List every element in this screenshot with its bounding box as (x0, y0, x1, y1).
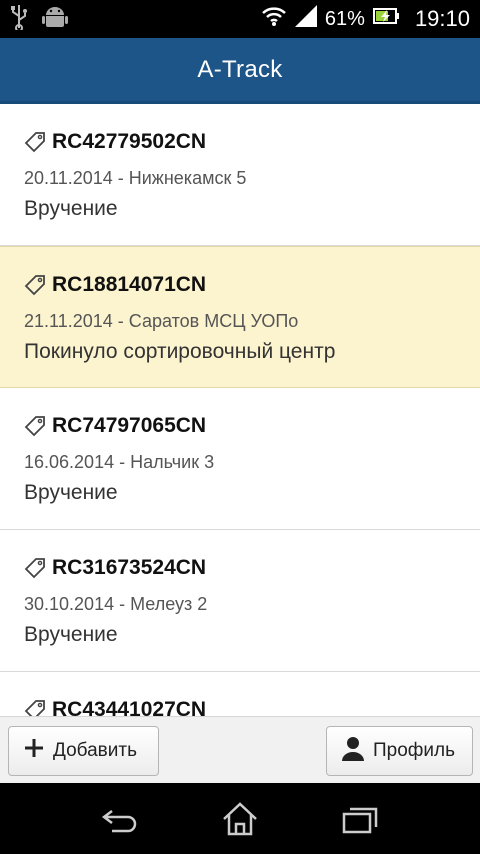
bottom-toolbar: Добавить Профиль (0, 716, 480, 783)
clock: 19:10 (414, 6, 470, 31)
recent-apps-icon[interactable] (340, 801, 380, 837)
back-icon[interactable] (100, 801, 140, 837)
usb-icon (10, 4, 28, 35)
list-item[interactable]: RC31673524CN 30.10.2014 - Мелеуз 2 Вруче… (0, 530, 480, 672)
user-icon (341, 735, 365, 767)
track-number: RC31673524CN (52, 556, 207, 579)
tag-icon (24, 557, 46, 579)
track-number: RC74797065CN (52, 414, 207, 437)
track-status: Вручение (24, 623, 118, 646)
tag-icon (24, 699, 46, 716)
track-meta: 21.11.2014 - Саратов МСЦ УОПо (24, 311, 299, 331)
app-bar: A-Track (0, 38, 480, 104)
tag-icon (24, 415, 46, 437)
track-number: RC18814071CN (52, 273, 207, 296)
signal-icon (294, 5, 317, 33)
tag-icon (24, 131, 46, 153)
add-button-label: Добавить (53, 740, 137, 761)
add-button[interactable]: Добавить (8, 726, 159, 776)
list-item[interactable]: RC74797065CN 16.06.2014 - Нальчик 3 Вруч… (0, 388, 480, 530)
profile-button-label: Профиль (373, 740, 456, 761)
track-meta: 20.11.2014 - Нижнекамск 5 (24, 168, 247, 188)
track-status: Покинуло сортировочный центр (24, 340, 336, 363)
track-status: Вручение (24, 481, 118, 504)
home-icon[interactable] (220, 801, 260, 837)
battery-percent: 61% (324, 7, 365, 30)
track-meta: 16.06.2014 - Нальчик 3 (24, 452, 215, 472)
system-nav-bar (0, 783, 480, 854)
track-meta: 30.10.2014 - Мелеуз 2 (24, 594, 208, 614)
track-number: RC42779502CN (52, 130, 207, 153)
list-item[interactable]: RC42779502CN 20.11.2014 - Нижнекамск 5 В… (0, 104, 480, 246)
wifi-icon (261, 5, 287, 33)
list-item[interactable]: RC43441027CN (0, 672, 480, 716)
app-title: A-Track (197, 55, 283, 83)
track-status: Вручение (24, 197, 118, 220)
android-icon (42, 4, 68, 35)
tag-icon (24, 274, 46, 296)
status-bar: 61% 19:10 (0, 0, 480, 38)
battery-charging-icon (372, 6, 401, 32)
plus-icon (23, 737, 45, 765)
profile-button[interactable]: Профиль (326, 726, 473, 776)
list-item[interactable]: RC18814071CN 21.11.2014 - Саратов МСЦ УО… (0, 246, 480, 388)
track-number: RC43441027CN (52, 698, 207, 716)
tracking-list[interactable]: RC42779502CN 20.11.2014 - Нижнекамск 5 В… (0, 104, 480, 716)
